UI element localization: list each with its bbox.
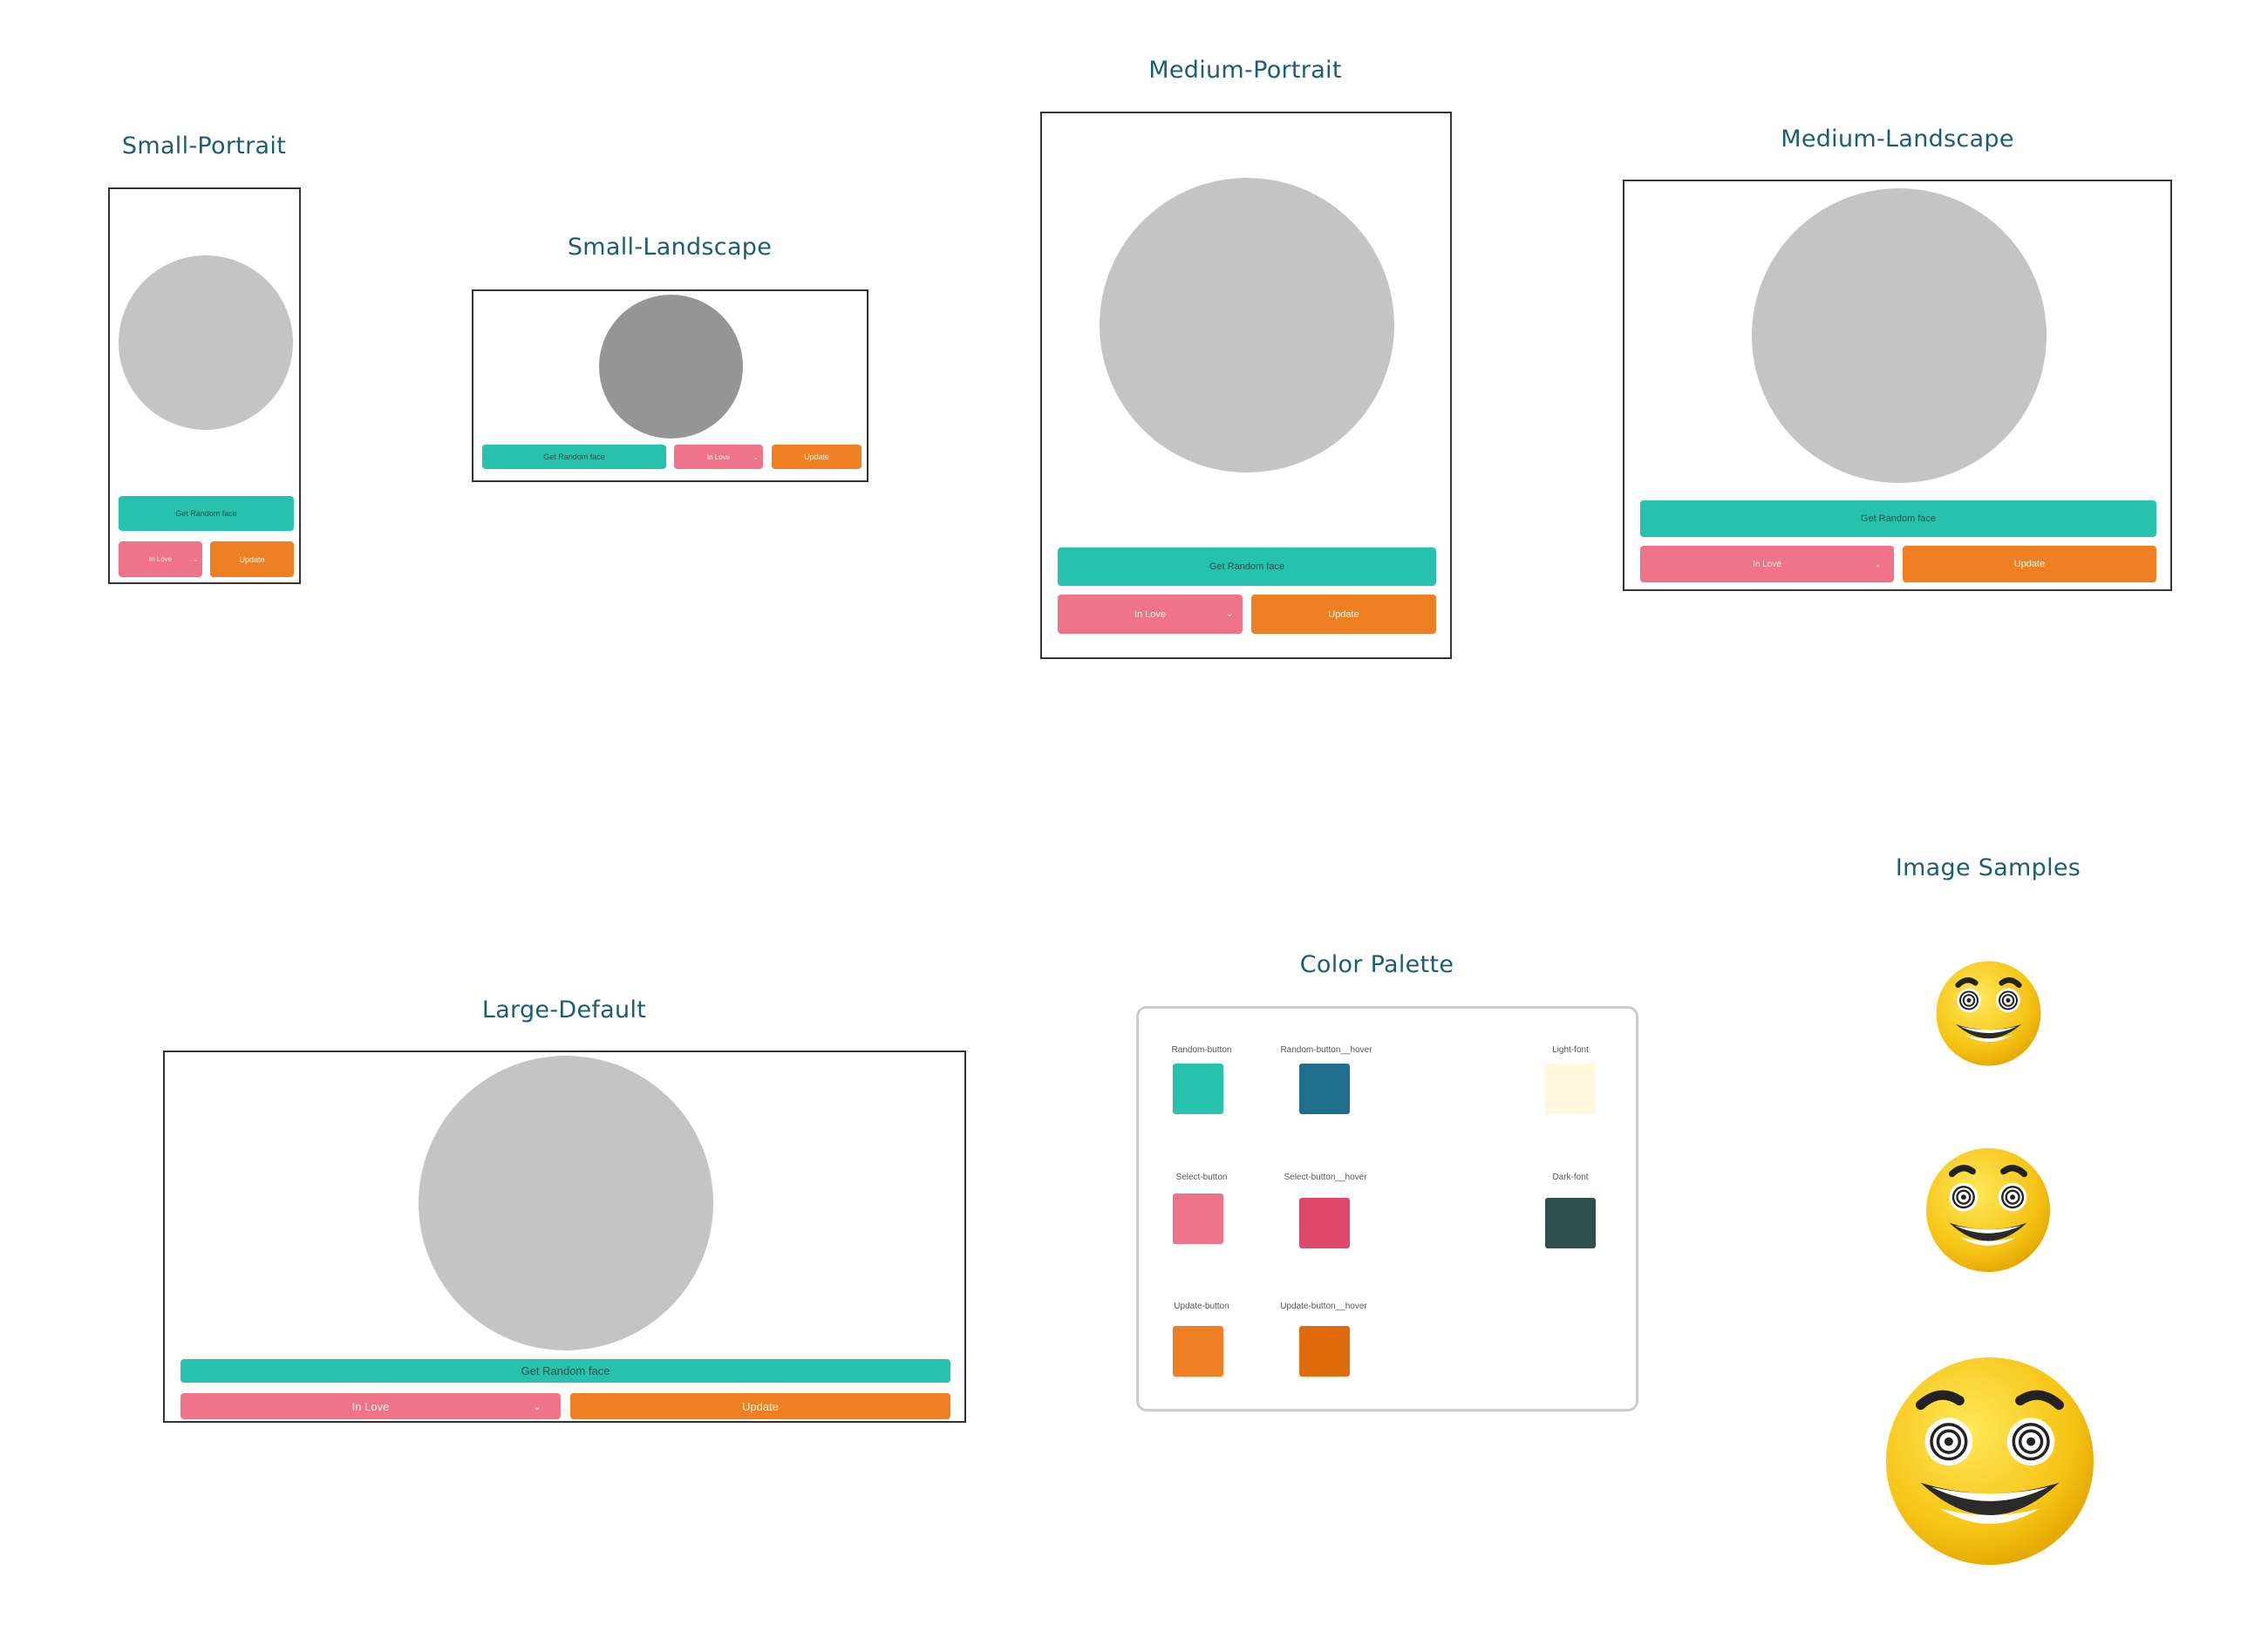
- mood-select[interactable]: In Love ⌄: [674, 445, 763, 469]
- update-label: Update: [2013, 559, 2046, 569]
- face-placeholder-circle: [419, 1056, 713, 1350]
- swatch-select-button: [1173, 1193, 1223, 1244]
- update-button[interactable]: Update: [1903, 546, 2156, 582]
- face-placeholder-circle: [1752, 188, 2047, 483]
- get-random-face-button[interactable]: Get Random face: [180, 1359, 950, 1383]
- swatch-update-button-hover: [1299, 1326, 1350, 1377]
- swatch-random-button-hover: [1299, 1064, 1350, 1114]
- get-random-face-label: Get Random face: [543, 452, 605, 461]
- hypnotized-smiley-face-icon: [1924, 1146, 2053, 1275]
- chevron-down-icon: ⌄: [1874, 559, 1882, 568]
- mood-select[interactable]: In Love ⌄: [180, 1393, 561, 1419]
- small-landscape-title: Small-Landscape: [567, 234, 773, 261]
- update-button[interactable]: Update: [772, 445, 862, 469]
- face-placeholder-circle: [599, 295, 743, 439]
- swatch-label: Dark-font: [1552, 1173, 1589, 1182]
- mood-select[interactable]: In Love ⌄: [119, 541, 202, 577]
- color-palette-panel: Random-button Random-button__hover Light…: [1136, 1006, 1638, 1411]
- swatch-select-button-hover: [1299, 1198, 1350, 1248]
- chevron-down-icon: ⌄: [193, 555, 199, 563]
- update-label: Update: [239, 554, 265, 564]
- swatch-dark-font: [1545, 1198, 1596, 1248]
- swatch-random-button: [1173, 1064, 1223, 1114]
- hypnotized-smiley-face-icon: [1934, 959, 2043, 1068]
- face-placeholder-circle: [119, 255, 293, 430]
- mood-select[interactable]: In Love ⌄: [1058, 595, 1243, 634]
- update-button[interactable]: Update: [210, 541, 294, 577]
- get-random-face-label: Get Random face: [1860, 513, 1937, 524]
- get-random-face-label: Get Random face: [1209, 561, 1285, 572]
- medium-landscape-title: Medium-Landscape: [1781, 126, 2014, 153]
- get-random-face-button[interactable]: Get Random face: [1640, 500, 2156, 537]
- get-random-face-button[interactable]: Get Random face: [119, 496, 294, 531]
- mood-select-value: In Love: [1753, 559, 1781, 569]
- image-samples-title: Image Samples: [1895, 854, 2081, 881]
- color-palette-title: Color Palette: [1299, 951, 1454, 978]
- small-portrait-title: Small-Portrait: [121, 133, 287, 160]
- mood-select-value: In Love: [351, 1399, 390, 1413]
- update-button[interactable]: Update: [1251, 595, 1436, 634]
- mood-select-value: In Love: [148, 555, 173, 563]
- face-placeholder-circle: [1100, 178, 1394, 473]
- update-label: Update: [803, 452, 830, 461]
- mood-select-value: In Love: [706, 452, 731, 461]
- get-random-face-label: Get Random face: [521, 1364, 610, 1377]
- hypnotized-smiley-face-icon: [1882, 1353, 2098, 1569]
- swatch-label: Update-button: [1174, 1302, 1229, 1311]
- swatch-light-font: [1545, 1064, 1596, 1114]
- get-random-face-button[interactable]: Get Random face: [1058, 547, 1436, 586]
- large-default-frame: Get Random face In Love ⌄ Update: [163, 1051, 966, 1423]
- update-label: Update: [742, 1399, 779, 1413]
- swatch-label: Update-button__hover: [1280, 1302, 1367, 1311]
- mood-select-value: In Love: [1134, 609, 1167, 620]
- get-random-face-label: Get Random face: [175, 509, 237, 518]
- small-portrait-frame: Get Random face In Love ⌄ Update: [108, 187, 301, 584]
- get-random-face-button[interactable]: Get Random face: [482, 445, 666, 469]
- medium-landscape-frame: Get Random face In Love ⌄ Update: [1623, 180, 2172, 591]
- medium-portrait-frame: Get Random face In Love ⌄ Update: [1040, 112, 1452, 659]
- swatch-update-button: [1173, 1326, 1223, 1377]
- swatch-label: Random-button: [1171, 1045, 1232, 1055]
- update-button[interactable]: Update: [570, 1393, 950, 1419]
- mood-select[interactable]: In Love ⌄: [1640, 546, 1894, 582]
- swatch-label: Select-button__hover: [1284, 1173, 1367, 1182]
- swatch-label: Random-button__hover: [1280, 1045, 1372, 1055]
- swatch-label: Select-button: [1175, 1173, 1228, 1182]
- chevron-down-icon: ⌄: [533, 1401, 542, 1412]
- chevron-down-icon: ⌄: [1226, 609, 1234, 619]
- swatch-label: Light-font: [1552, 1045, 1589, 1055]
- chevron-down-icon: ⌄: [753, 452, 759, 461]
- large-default-title: Large-Default: [481, 996, 647, 1023]
- medium-portrait-title: Medium-Portrait: [1148, 57, 1342, 84]
- update-label: Update: [1328, 609, 1359, 620]
- small-landscape-frame: Get Random face In Love ⌄ Update: [472, 289, 868, 482]
